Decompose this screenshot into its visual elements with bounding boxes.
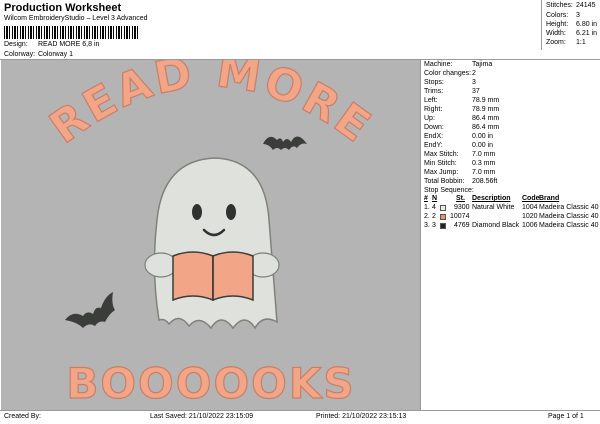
page-number: Page 1 of 1	[548, 413, 584, 420]
stop-row: 3. 3 4769 Diamond Black 1006 Madeira Cla…	[424, 222, 599, 229]
stat-width: Width: 6.21 in	[546, 30, 598, 37]
stat-height: Height: 6.80 in	[546, 21, 598, 28]
info-endx: EndX: 0.00 in	[424, 133, 494, 140]
colorway-value: Colorway 1	[37, 51, 73, 58]
info-max-stitch: Max Stitch: 7.0 mm	[424, 151, 496, 158]
color-swatch	[440, 214, 446, 220]
info-endy: EndY: 0.00 in	[424, 142, 494, 149]
info-min-stitch: Min Stitch: 0.3 mm	[424, 160, 496, 167]
colorway-row: Colorway: Colorway 1	[4, 51, 73, 58]
colorway-label: Colorway:	[4, 51, 36, 58]
embroidery-design: READ MORE BOOOOOKS	[40, 60, 382, 409]
worksheet-footer: Created By: Last Saved: 21/10/2022 23:15…	[0, 411, 600, 424]
read-more-text: READ MORE	[41, 60, 382, 154]
info-trims: Trims: 37	[424, 88, 480, 95]
design-label: Design:	[4, 41, 28, 48]
info-max-jump: Max Jump: 7.0 mm	[424, 169, 496, 176]
stats-box: Stitches: 24145 Colors: 3 Height: 6.80 in W…	[541, 0, 600, 50]
stat-colors: Colors: 3	[546, 12, 580, 19]
info-stops: Stops: 3	[424, 79, 476, 86]
design-row: Design: READ MORE 6,8 in	[4, 41, 99, 48]
bat-left-icon	[65, 292, 115, 328]
boooooks-text: BOOOOOKS	[66, 359, 355, 408]
design-preview: READ MORE BOOOOOKS	[1, 60, 421, 410]
bat-right-icon	[263, 136, 307, 150]
color-swatch	[440, 205, 446, 211]
color-swatch	[440, 223, 446, 229]
printed-date: Printed: 21/10/2022 23:15:13	[316, 413, 407, 420]
design-value: READ MORE 6,8 in	[37, 41, 100, 48]
worksheet-header: Production Worksheet Wilcom EmbroiderySt…	[0, 0, 600, 60]
info-machine: Machine: Tajima	[424, 61, 493, 68]
info-right: Right: 78.9 mm	[424, 106, 500, 113]
info-total-bobbin: Total Bobbin: 208.56ft	[424, 178, 498, 185]
created-by: Created By:	[4, 413, 41, 420]
info-left: Left: 78.9 mm	[424, 97, 500, 104]
stat-stitches: Stitches: 24145	[546, 2, 596, 9]
machine-info-panel: Machine: Tajima Color changes:2 Stops: 3 T…	[422, 60, 600, 410]
last-saved: Last Saved: 21/10/2022 23:15:09	[150, 413, 254, 420]
ghost-icon	[144, 157, 280, 330]
software-subtitle: Wilcom EmbroideryStudio – Level 3 Advanc…	[4, 15, 148, 22]
barcode	[4, 26, 140, 39]
stop-sequence-title: Stop Sequence:	[424, 187, 474, 194]
info-color-changes: Color changes:2	[424, 70, 476, 77]
info-up: Up: 86.4 mm	[424, 115, 500, 122]
book-icon	[172, 251, 254, 302]
page-title: Production Worksheet	[4, 2, 122, 14]
stat-zoom: Zoom: 1:1	[546, 39, 586, 46]
info-down: Down: 86.4 mm	[424, 124, 500, 131]
